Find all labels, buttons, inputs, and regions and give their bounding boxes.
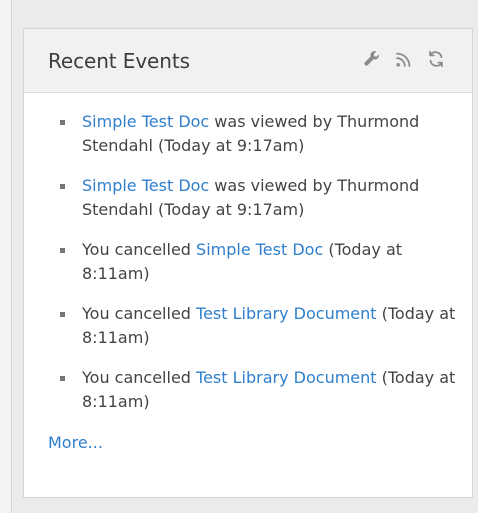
more-link[interactable]: More... xyxy=(48,433,103,452)
bullet-icon xyxy=(60,312,65,317)
widget-title: Recent Events xyxy=(48,49,190,73)
bullet-icon xyxy=(60,248,65,253)
document-link[interactable]: Simple Test Doc xyxy=(196,240,323,259)
left-gutter xyxy=(0,0,12,513)
event-prefix-text: You cancelled xyxy=(82,240,197,259)
events-list: Simple Test Doc was viewed by Thurmond S… xyxy=(24,93,472,414)
document-link[interactable]: Test Library Document xyxy=(196,304,377,323)
recent-events-widget: Recent Events Simple Test Doc was viewed… xyxy=(23,28,473,498)
event-item: You cancelled Test Library Document (Tod… xyxy=(48,302,457,350)
widget-header: Recent Events xyxy=(24,29,472,93)
event-item: You cancelled Simple Test Doc (Today at … xyxy=(48,238,457,286)
document-link[interactable]: Simple Test Doc xyxy=(82,176,209,195)
rss-icon[interactable] xyxy=(394,49,414,69)
document-link[interactable]: Simple Test Doc xyxy=(82,112,209,131)
bullet-icon xyxy=(60,184,65,189)
refresh-icon[interactable] xyxy=(426,49,446,69)
bullet-icon xyxy=(60,376,65,381)
bullet-icon xyxy=(60,120,65,125)
event-item: Simple Test Doc was viewed by Thurmond S… xyxy=(48,110,457,158)
event-item: You cancelled Test Library Document (Tod… xyxy=(48,366,457,414)
document-link[interactable]: Test Library Document xyxy=(196,368,377,387)
event-item: Simple Test Doc was viewed by Thurmond S… xyxy=(48,174,457,222)
event-prefix-text: You cancelled xyxy=(82,304,197,323)
wrench-icon[interactable] xyxy=(362,49,382,69)
event-prefix-text: You cancelled xyxy=(82,368,197,387)
header-tools xyxy=(362,49,446,69)
page: Recent Events Simple Test Doc was viewed… xyxy=(0,0,478,513)
